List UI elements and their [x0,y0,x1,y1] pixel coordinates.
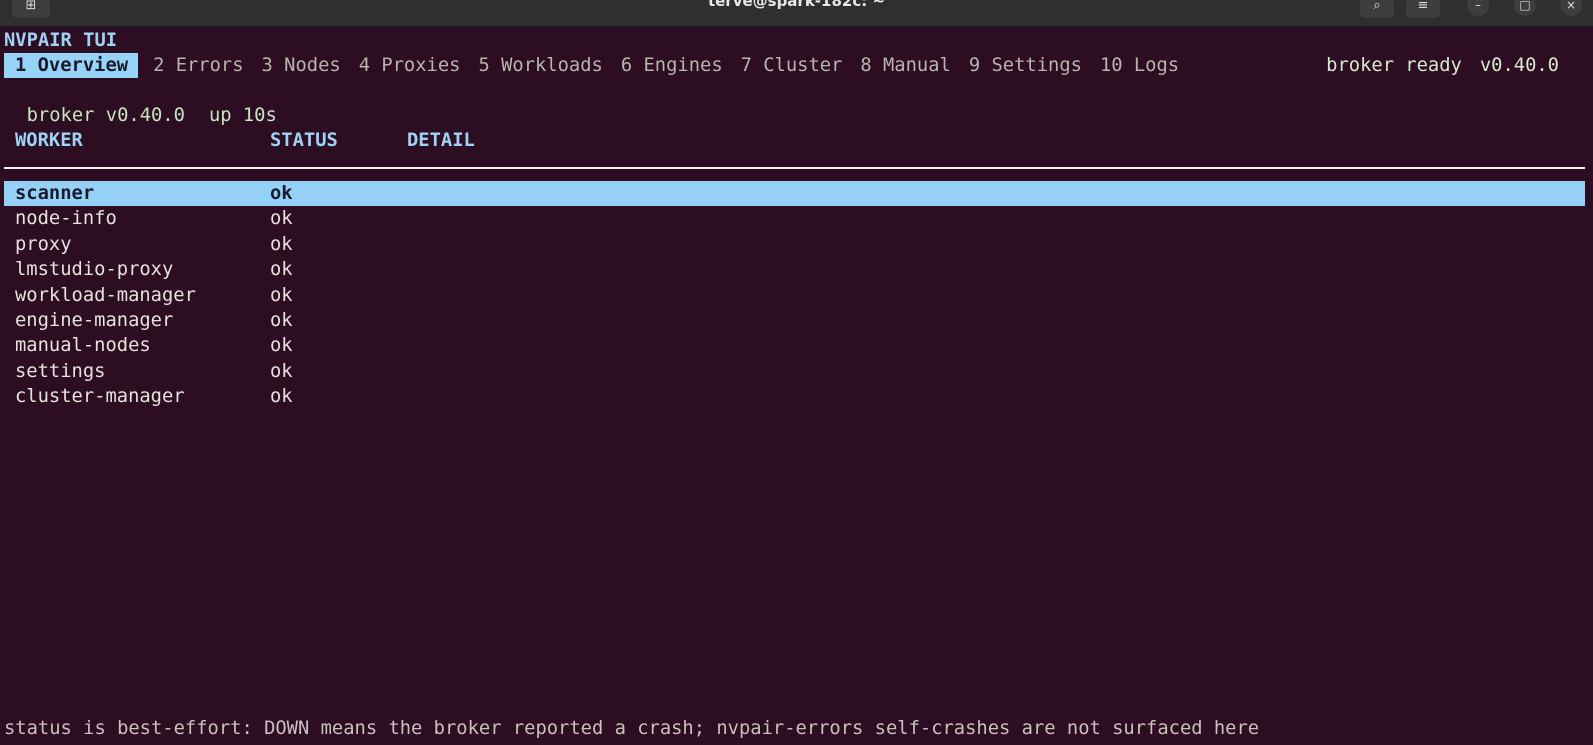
worker-name: lmstudio-proxy [15,259,174,281]
tab-workloads[interactable]: 5 Workloads [475,53,605,78]
window-title: terve@spark-182c: ~ [707,0,886,10]
tab-cluster[interactable]: 7 Cluster [738,53,846,78]
hamburger-menu-icon: ≡ [1417,0,1429,13]
tab-overview[interactable]: 1 Overview [4,53,139,78]
column-header-worker[interactable]: WORKER [15,128,83,153]
worker-status: ok [270,259,293,281]
worker-name: settings [15,360,106,382]
worker-status: ok [270,208,293,230]
app-title: NVPAIR TUI [4,30,118,51]
tab-errors[interactable]: 2 Errors [150,53,246,78]
table-row[interactable]: node-info ok [4,206,1585,231]
maximize-icon: □ [1519,0,1531,12]
table-row[interactable]: scanner ok [4,181,1585,207]
broker-uptime: up 10s [208,105,277,126]
tab-nodes[interactable]: 3 Nodes [259,53,344,78]
table-row[interactable]: manual-nodes ok [4,333,1585,358]
tab-proxies[interactable]: 4 Proxies [356,53,464,78]
table-row[interactable]: workload-manager ok [4,283,1585,308]
broker-version: broker v0.40.0 [26,105,185,126]
worker-name: manual-nodes [15,335,151,357]
minimize-icon: – [1475,0,1481,12]
tab-manual[interactable]: 8 Manual [857,53,953,78]
maximize-button[interactable]: □ [1514,0,1536,16]
column-header-detail[interactable]: DETAIL [407,128,475,153]
worker-status: ok [270,233,293,255]
worker-name: scanner [15,183,95,204]
minimize-button[interactable]: – [1467,0,1489,16]
app-version: v0.40.0 [1479,55,1559,76]
worker-status: ok [270,284,293,306]
worker-status: ok [270,360,293,382]
tab-bar: 1 Overview 2 Errors 3 Nodes 4 Proxies 5 Work… [4,53,1194,78]
tab-engines[interactable]: 6 Engines [618,53,726,78]
worker-table: scanner ok node-info ok proxy ok lmstudio-prox… [4,181,1585,410]
table-row[interactable]: proxy ok [4,232,1585,257]
menu-button[interactable]: ≡ [1406,0,1440,18]
close-button[interactable]: × [1560,0,1582,16]
worker-name: workload-manager [15,284,196,306]
table-row[interactable]: cluster-manager ok [4,384,1585,409]
close-icon: × [1565,0,1577,12]
worker-name: cluster-manager [15,386,185,408]
terminal-titlebar: ⊞ terve@spark-182c: ~ ⌕ ≡ – □ × [0,0,1593,27]
worker-name: proxy [15,233,72,255]
worker-status: ok [270,335,293,357]
footer-note: status is best-effort: DOWN means the br… [4,718,1260,739]
worker-status: ok [270,386,293,408]
tab-settings[interactable]: 9 Settings [966,53,1085,78]
table-row[interactable]: engine-manager ok [4,308,1585,333]
search-icon: ⌕ [1373,0,1381,13]
broker-status: broker ready v0.40.0 [1304,28,1559,76]
worker-name: engine-manager [15,309,174,331]
broker-info: broker v0.40.0 up 10s [4,78,277,126]
table-row[interactable]: settings ok [4,359,1585,384]
worker-name: node-info [15,208,117,230]
column-header-status[interactable]: STATUS [270,128,338,153]
worker-status: ok [270,183,293,204]
broker-status-text: broker ready [1326,55,1462,76]
search-button[interactable]: ⌕ [1360,0,1394,18]
header-divider [4,167,1585,169]
worker-status: ok [270,309,293,331]
tab-logs[interactable]: 10 Logs [1097,53,1182,78]
table-row[interactable]: lmstudio-proxy ok [4,257,1585,282]
